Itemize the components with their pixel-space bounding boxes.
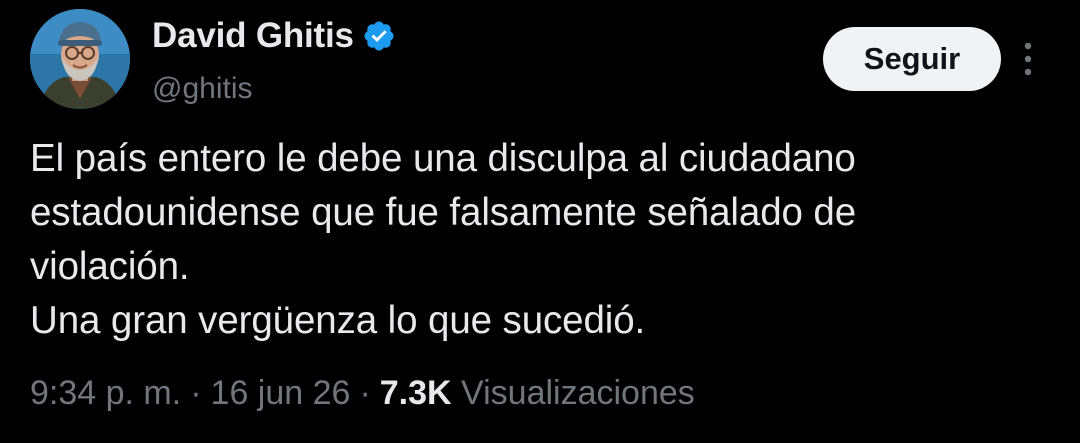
tweet-detail: David Ghitis @ghitis Seguir El país ente…: [0, 0, 1080, 443]
tweet-text-line: estadounidense que fue falsamente señala…: [30, 191, 857, 234]
name-row: David Ghitis: [152, 14, 396, 58]
author-info: David Ghitis @ghitis: [152, 14, 396, 106]
views-label: Visualizaciones: [461, 374, 695, 412]
author-display-name[interactable]: David Ghitis: [152, 16, 354, 56]
tweet-date[interactable]: 16 jun 26: [211, 374, 351, 412]
follow-button[interactable]: Seguir: [823, 27, 1001, 91]
views-link[interactable]: 7.3K Visualizaciones: [380, 374, 695, 412]
more-options-icon[interactable]: [1016, 38, 1040, 82]
verified-badge-icon[interactable]: [362, 19, 396, 53]
tweet-text-line: violación.: [30, 245, 190, 288]
views-count: 7.3K: [379, 374, 452, 412]
tweet-text-line: Una gran vergüenza lo que sucedió.: [30, 299, 646, 342]
author-handle[interactable]: @ghitis: [152, 72, 396, 106]
tweet-time[interactable]: 9:34 p. m.: [30, 374, 181, 412]
author-avatar[interactable]: [30, 9, 130, 109]
avatar-image: [30, 9, 130, 109]
tweet-text: El país entero le debe una disculpa al c…: [30, 132, 1060, 348]
meta-separator: ·: [190, 374, 202, 412]
tweet-metadata: 9:34 p. m. · 16 jun 26 · 7.3K Visualizacione…: [30, 374, 695, 413]
meta-separator: ·: [359, 374, 371, 412]
tweet-text-line: El país entero le debe una disculpa al c…: [30, 137, 856, 180]
